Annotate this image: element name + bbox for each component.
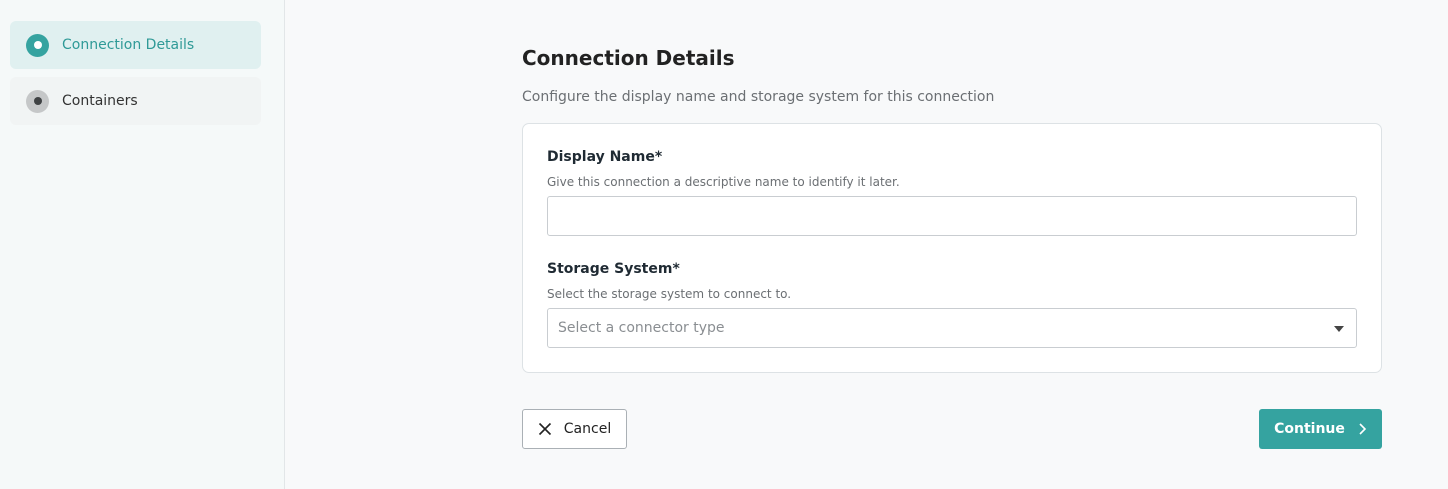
storage-system-select[interactable]: Select a connector type	[547, 308, 1357, 348]
stepper-sidebar: Connection Details Containers	[0, 0, 285, 489]
page-title: Connection Details	[522, 46, 735, 70]
connection-form-card: Display Name* Give this connection a des…	[522, 123, 1382, 373]
display-name-input[interactable]	[547, 196, 1357, 236]
chevron-down-icon	[1334, 326, 1344, 332]
cancel-button[interactable]: Cancel	[522, 409, 627, 449]
continue-button[interactable]: Continue	[1259, 409, 1382, 449]
storage-system-label: Storage System*	[547, 261, 680, 277]
display-name-label: Display Name*	[547, 149, 663, 165]
page-subtitle: Configure the display name and storage s…	[522, 89, 995, 105]
radio-dot-icon	[26, 89, 49, 113]
close-icon	[538, 422, 551, 436]
step-label: Containers	[62, 93, 138, 109]
cancel-label: Cancel	[563, 421, 612, 437]
chevron-right-icon	[1359, 423, 1367, 435]
radio-dot-icon	[26, 33, 49, 57]
step-connection-details[interactable]: Connection Details	[10, 21, 261, 69]
display-name-help: Give this connection a descriptive name …	[547, 175, 900, 189]
select-placeholder: Select a connector type	[558, 320, 725, 336]
storage-system-help: Select the storage system to connect to.	[547, 287, 792, 301]
continue-label: Continue	[1274, 421, 1345, 437]
step-label: Connection Details	[62, 37, 195, 53]
step-containers[interactable]: Containers	[10, 77, 261, 125]
